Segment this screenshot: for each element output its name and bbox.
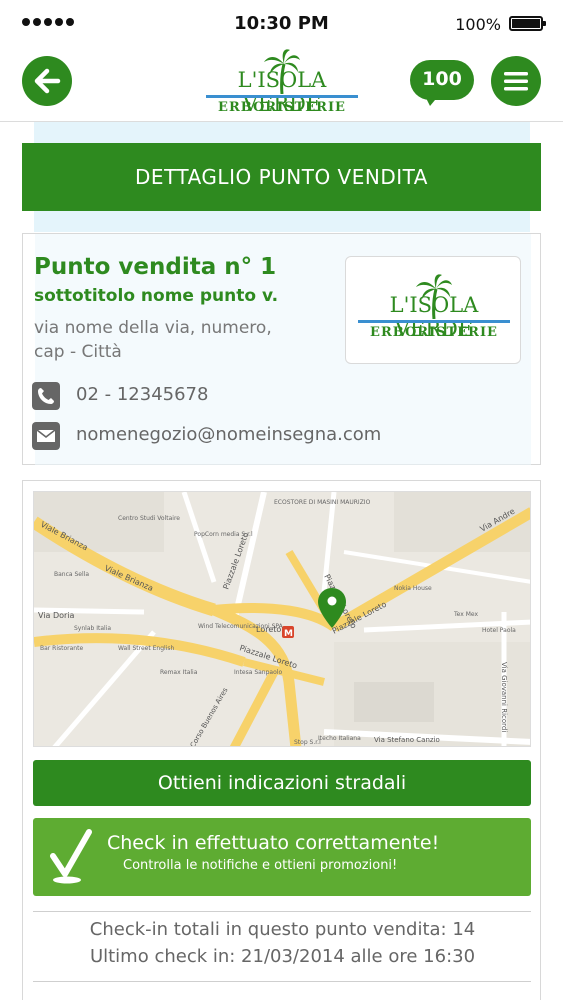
map-label-itecho: Itecho Italiana [318, 735, 361, 742]
get-directions-button[interactable]: Ottieni indicazioni stradali [33, 760, 531, 806]
store-email[interactable]: nomenegozio@nomeinsegna.com [76, 424, 381, 445]
checkin-button[interactable]: Check in effettuato correttamente! Contr… [33, 818, 531, 896]
back-button[interactable] [22, 56, 72, 106]
map-label-ecostore: ECOSTORE DI MASINI MAURIZIO [274, 499, 371, 506]
envelope-icon [32, 422, 60, 450]
store-phone[interactable]: 02 - 12345678 [76, 384, 208, 405]
speech-bubble-tail [424, 94, 440, 106]
map-canvas: M Viale Brianza Viale Brianza Via Andre … [34, 492, 530, 746]
store-logo: L'ISOLA VERDE ERBORISTERIE [350, 273, 518, 343]
store-info-card: Punto vendita n° 1 sottotitolo nome punt… [22, 233, 541, 465]
hamburger-menu-icon [504, 72, 528, 91]
checkin-subtitle: Controlla le notifiche e ottieni promozi… [123, 858, 398, 873]
status-bar: 10:30 PM 100% [0, 0, 563, 44]
map-label-intesa: Intesa Sanpaolo [234, 669, 282, 676]
arrow-left-icon [34, 68, 61, 94]
store-name: Punto vendita n° 1 [34, 254, 277, 280]
divider [33, 911, 531, 912]
top-app-bar: L'ISOLA VERDE ERBORISTERIE 100 [0, 44, 563, 122]
map-label-wind: Wind Telecomunicazioni SPA [198, 623, 284, 630]
battery-percent: 100% [455, 15, 501, 34]
checkin-title: Check in effettuato correttamente! [107, 832, 440, 854]
phone-icon [32, 382, 60, 410]
store-map[interactable]: M Viale Brianza Viale Brianza Via Andre … [33, 491, 531, 747]
map-label-nokia: Nokia House [394, 585, 432, 592]
map-label-tex-mex: Tex Mex [453, 611, 478, 618]
map-label-popcorn: PopCorn media S.r.l [194, 531, 253, 538]
store-logo-box: L'ISOLA VERDE ERBORISTERIE [345, 256, 521, 364]
total-checkins: Check-in totali in questo punto vendita:… [89, 919, 476, 940]
last-checkin: Ultimo check in: 21/03/2014 alle ore 16:… [89, 946, 476, 967]
brand-underline [206, 95, 358, 98]
brand-logo[interactable]: L'ISOLA VERDE ERBORISTERIE [198, 48, 366, 118]
page-title: DETTAGLIO PUNTO VENDITA [22, 143, 541, 211]
divider [33, 981, 531, 982]
notification-badge[interactable]: 100 [410, 60, 474, 100]
map-label-wall-street: Wall Street English [118, 645, 174, 652]
battery-icon [509, 16, 546, 31]
map-card: M Viale Brianza Viale Brianza Via Andre … [22, 480, 541, 1000]
menu-button[interactable] [491, 56, 541, 106]
map-label-banca-sella: Banca Sella [54, 571, 89, 578]
map-label-via-stefano-canzio: Via Stefano Canzio [374, 736, 440, 744]
map-label-remax: Remax Italia [160, 669, 198, 676]
map-label-centro-studi: Centro Studi Voltaire [118, 515, 180, 522]
map-label-synlab: Synlab Italia [74, 625, 111, 632]
store-address-line2: cap - Città [34, 342, 122, 362]
store-address-line1: via nome della via, numero, [34, 318, 272, 338]
metro-label: M [284, 629, 293, 639]
store-subtitle: sottotitolo nome punto v. [34, 286, 279, 306]
map-label-bar-ristorante: Bar Ristorante [40, 645, 83, 652]
map-label-hotel-paola: Hotel Paola [482, 627, 516, 634]
checkmark-icon [50, 829, 92, 884]
brand-tagline: ERBORISTERIE [218, 100, 346, 115]
brand-underline [358, 320, 510, 323]
map-label-via-doria: Via Doria [38, 611, 75, 620]
brand-tagline: ERBORISTERIE [370, 325, 498, 340]
map-label-via-giovanni-ricordi: Via Giovanni Ricordi [500, 662, 508, 732]
